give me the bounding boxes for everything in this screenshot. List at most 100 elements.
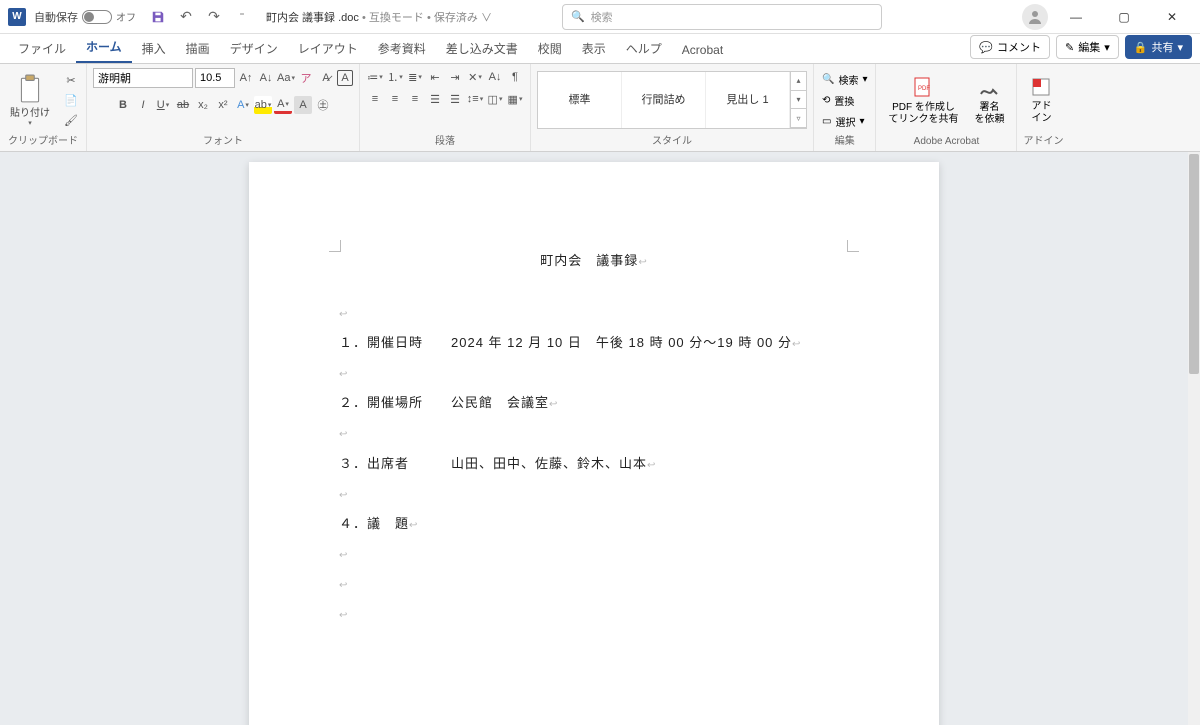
align-center-icon[interactable]: ≡: [386, 90, 404, 108]
strike-icon[interactable]: ab: [174, 96, 192, 114]
tab-mailings[interactable]: 差し込み文書: [436, 34, 528, 63]
group-acrobat: PDF PDF を作成し てリンクを共有 署名 を依頼 Adobe Acroba…: [876, 64, 1017, 151]
svg-text:PDF: PDF: [918, 86, 930, 92]
filename: 町内会 議事録 .doc: [266, 12, 359, 24]
doc-line: ３．出席者 山田、田中、佐藤、鈴木、山本: [339, 456, 647, 471]
italic-icon[interactable]: I: [134, 96, 152, 114]
enclose-char-icon[interactable]: A: [337, 70, 353, 86]
maximize-button[interactable]: ▢: [1104, 2, 1144, 32]
char-border-icon[interactable]: ㊏: [314, 96, 332, 114]
tab-insert[interactable]: 挿入: [132, 34, 176, 63]
shrink-font-icon[interactable]: A↓: [257, 69, 275, 87]
replace-button[interactable]: ⟲ 置換: [820, 91, 869, 110]
share-button[interactable]: 🔒 共有 ▾: [1125, 35, 1192, 59]
underline-icon[interactable]: U: [154, 96, 172, 114]
tab-review[interactable]: 校閲: [528, 34, 572, 63]
save-icon[interactable]: [146, 5, 170, 29]
text-effects-icon[interactable]: A: [234, 96, 252, 114]
redo-icon[interactable]: ↷: [202, 5, 226, 29]
group-clipboard: 貼り付け ▾ ✂ 📄 🖌 クリップボード: [0, 64, 87, 151]
document-canvas[interactable]: 町内会 議事録↩ ↩ １．開催日時 2024 年 12 月 10 日 午後 18…: [0, 152, 1188, 725]
request-sign-button[interactable]: 署名 を依頼: [968, 74, 1010, 128]
margin-corner-icon: [847, 240, 859, 252]
minimize-button[interactable]: —: [1056, 2, 1096, 32]
user-avatar[interactable]: [1022, 4, 1048, 30]
toggle-icon[interactable]: [82, 10, 112, 24]
numbering-icon[interactable]: ⒈: [386, 68, 404, 86]
editing-label: 編集: [820, 132, 869, 149]
search-input[interactable]: 🔍 検索: [562, 4, 882, 30]
tab-layout[interactable]: レイアウト: [288, 34, 368, 63]
highlight-icon[interactable]: ab: [254, 96, 272, 114]
grow-font-icon[interactable]: A↑: [237, 69, 255, 87]
style-normal[interactable]: 標準: [538, 72, 622, 128]
justify-icon[interactable]: ☰: [426, 90, 444, 108]
create-pdf-button[interactable]: PDF PDF を作成し てリンクを共有: [882, 74, 964, 128]
shading-icon[interactable]: ◫: [486, 90, 504, 108]
borders-icon[interactable]: ▦: [506, 90, 524, 108]
autosave-toggle[interactable]: 自動保存 オフ: [34, 9, 136, 25]
tab-references[interactable]: 参考資料: [368, 34, 436, 63]
autosave-label: 自動保存: [34, 9, 78, 25]
sort-icon[interactable]: A↓: [486, 68, 504, 86]
comments-button[interactable]: 💬 コメント: [970, 35, 1050, 59]
doc-line: １．開催日時 2024 年 12 月 10 日 午後 18 時 00 分～19 …: [339, 335, 792, 350]
align-right-icon[interactable]: ≡: [406, 90, 424, 108]
search-icon: 🔍: [571, 10, 585, 23]
bold-icon[interactable]: B: [114, 96, 132, 114]
doc-title[interactable]: 町内会 議事録 .doc • 互換モード • 保存済み ∨: [266, 9, 492, 25]
cut-icon[interactable]: ✂: [62, 71, 80, 89]
tab-design[interactable]: デザイン: [220, 34, 288, 63]
superscript-icon[interactable]: x²: [214, 96, 232, 114]
increase-indent-icon[interactable]: ⇥: [446, 68, 464, 86]
font-color-icon[interactable]: A: [274, 96, 292, 114]
bullets-icon[interactable]: ≔: [366, 68, 384, 86]
copy-icon[interactable]: 📄: [62, 91, 80, 109]
multilevel-icon[interactable]: ≣: [406, 68, 424, 86]
group-font: A↑ A↓ Aa ア A̷ A B I U ab x₂ x² A ab A A …: [87, 64, 360, 151]
clipboard-label: クリップボード: [6, 132, 80, 149]
format-painter-icon[interactable]: 🖌: [62, 111, 80, 129]
font-size-input[interactable]: [195, 68, 235, 88]
change-case-icon[interactable]: Aa: [277, 69, 295, 87]
tab-draw[interactable]: 描画: [176, 34, 220, 63]
undo-icon[interactable]: ↶: [174, 5, 198, 29]
autosave-state: オフ: [116, 9, 136, 24]
asian-layout-icon[interactable]: ✕: [466, 68, 484, 86]
close-button[interactable]: ✕: [1152, 2, 1192, 32]
show-marks-icon[interactable]: ¶: [506, 68, 524, 86]
style-nospacing[interactable]: 行間詰め: [622, 72, 706, 128]
tab-view[interactable]: 表示: [572, 34, 616, 63]
styles-label: スタイル: [537, 132, 807, 149]
style-heading1[interactable]: 見出し 1: [706, 72, 790, 128]
tab-acrobat[interactable]: Acrobat: [672, 37, 733, 63]
decrease-indent-icon[interactable]: ⇤: [426, 68, 444, 86]
doc-heading: 町内会 議事録: [540, 253, 638, 268]
tab-help[interactable]: ヘルプ: [616, 34, 672, 63]
vertical-scrollbar[interactable]: [1188, 152, 1200, 725]
select-button[interactable]: ▭ 選択 ▾: [820, 112, 869, 131]
scrollbar-thumb[interactable]: [1189, 154, 1199, 374]
font-name-input[interactable]: [93, 68, 193, 88]
style-scroll-down[interactable]: ▾: [791, 91, 806, 110]
addins-button[interactable]: アド イン: [1023, 73, 1059, 127]
style-scroll-up[interactable]: ▴: [791, 72, 806, 91]
paste-button[interactable]: 貼り付け ▾: [6, 72, 54, 129]
editing-mode-button[interactable]: ✎ 編集 ▾: [1056, 35, 1119, 59]
styles-gallery[interactable]: 標準 行間詰め 見出し 1 ▴ ▾ ▿: [537, 71, 807, 129]
group-addins: アド イン アドイン: [1017, 64, 1069, 151]
qat-more-icon[interactable]: ⁼: [230, 5, 254, 29]
distributed-icon[interactable]: ☰: [446, 90, 464, 108]
find-button[interactable]: 🔍 検索 ▾: [820, 70, 869, 89]
tab-home[interactable]: ホーム: [76, 32, 132, 63]
char-shading-icon[interactable]: A: [294, 96, 312, 114]
line-spacing-icon[interactable]: ↕≡: [466, 90, 484, 108]
style-expand[interactable]: ▿: [791, 109, 806, 128]
align-left-icon[interactable]: ≡: [366, 90, 384, 108]
phonetic-guide-icon[interactable]: ア: [297, 69, 315, 87]
paragraph-label: 段落: [366, 132, 524, 149]
page[interactable]: 町内会 議事録↩ ↩ １．開催日時 2024 年 12 月 10 日 午後 18…: [249, 162, 939, 725]
subscript-icon[interactable]: x₂: [194, 96, 212, 114]
tab-file[interactable]: ファイル: [8, 34, 76, 63]
clear-format-icon[interactable]: A̷: [317, 69, 335, 87]
